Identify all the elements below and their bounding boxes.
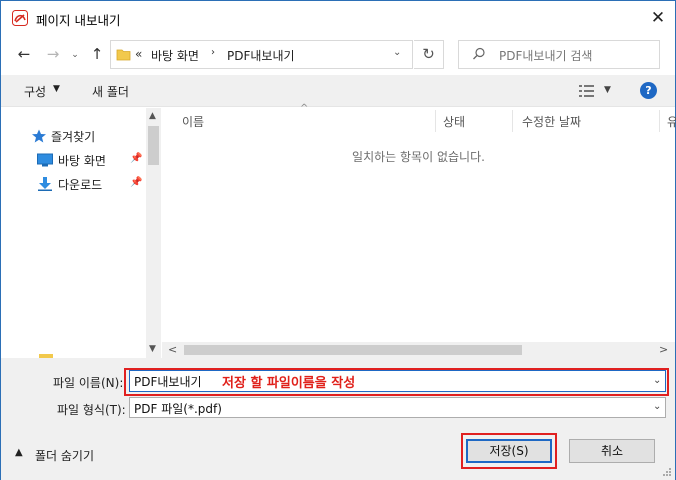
column-divider[interactable] <box>659 110 660 132</box>
hide-folders-label: 폴더 숨기기 <box>35 449 95 463</box>
view-options-icon[interactable] <box>579 84 595 98</box>
search-input[interactable]: PDF내보내기 검색 <box>458 40 660 69</box>
filetype-label: 파일 형식(T): <box>57 403 126 417</box>
breadcrumb-desktop[interactable]: 바탕 화면 <box>151 47 199 64</box>
filetype-chevron-down-icon[interactable]: ⌄ <box>653 401 661 412</box>
scroll-down-icon[interactable]: ▼ <box>149 344 156 354</box>
search-placeholder: PDF내보내기 검색 <box>499 49 593 63</box>
column-header-status[interactable]: 상태 <box>443 113 465 130</box>
scroll-left-icon[interactable]: < <box>168 343 177 356</box>
filetype-value: PDF 파일(*.pdf) <box>134 402 222 416</box>
folder-icon <box>116 49 131 61</box>
horizontal-scrollbar[interactable]: < > <box>162 342 675 358</box>
column-header-name[interactable]: 이름 <box>182 113 204 130</box>
scroll-thumb[interactable] <box>148 126 159 165</box>
pin-icon: 📌 <box>130 153 143 164</box>
empty-folder-message: 일치하는 항목이 없습니다. <box>352 150 485 164</box>
dialog-title: 페이지 내보내기 <box>36 13 121 28</box>
close-button[interactable]: ✕ <box>647 7 669 29</box>
filename-annotation-text: 저장 할 파일이름을 작성 <box>222 376 356 391</box>
breadcrumb-pdf-export[interactable]: PDF내보내기 <box>227 47 295 64</box>
title-bar: 페이지 내보내기 ✕ <box>1 1 675 35</box>
back-button[interactable]: ← <box>14 44 34 64</box>
column-header-modified[interactable]: 수정한 날짜 <box>522 113 581 130</box>
cancel-button[interactable]: 취소 <box>569 439 655 463</box>
up-button[interactable]: ↑ <box>87 44 107 64</box>
sort-ascending-icon: ^ <box>300 103 309 114</box>
nav-item-label: 즐겨찾기 <box>51 130 96 144</box>
nav-item-downloads[interactable]: 다운로드 📌 <box>1 174 146 194</box>
nav-item-label: 다운로드 <box>58 178 103 192</box>
address-bar[interactable]: « 바탕 화면 › PDF내보내기 ⌄ <box>110 40 413 69</box>
breadcrumb-overflow[interactable]: « <box>135 47 142 61</box>
chevron-up-icon: ▲ <box>15 447 23 458</box>
navigation-pane: 즐겨찾기 바탕 화면 📌 다운로드 📌 ▲ ▼ <box>1 108 162 358</box>
filetype-select[interactable]: PDF 파일(*.pdf) ⌄ <box>129 397 666 418</box>
column-divider[interactable] <box>435 110 436 132</box>
scroll-thumb[interactable] <box>184 345 522 355</box>
filename-label: 파일 이름(N): <box>53 376 124 390</box>
download-icon <box>38 177 52 191</box>
resize-grip-icon[interactable] <box>662 467 672 477</box>
nav-item-desktop[interactable]: 바탕 화면 📌 <box>1 150 146 170</box>
save-dialog: 페이지 내보내기 ✕ ← → ⌄ ↑ « 바탕 화면 › PDF내보내기 ⌄ ↻… <box>0 0 676 480</box>
forward-button[interactable]: → <box>43 44 63 64</box>
pin-icon: 📌 <box>130 177 143 188</box>
desktop-icon <box>37 153 53 167</box>
save-button[interactable]: 저장(S) <box>466 439 552 463</box>
filename-annotation-box <box>124 368 669 396</box>
scroll-right-icon[interactable]: > <box>659 343 668 356</box>
address-chevron-down-icon[interactable]: ⌄ <box>393 47 401 58</box>
file-list: ^ 이름 상태 수정한 날짜 유 일치하는 항목이 없습니다. < > <box>162 103 676 358</box>
nav-item-label: 바탕 화면 <box>58 154 106 168</box>
organize-button[interactable]: 구성 <box>24 83 46 100</box>
scroll-up-icon[interactable]: ▲ <box>149 111 156 121</box>
breadcrumb-chevron-icon[interactable]: › <box>211 47 215 58</box>
nav-item-favorites[interactable]: 즐겨찾기 <box>1 126 146 146</box>
star-icon <box>32 129 46 143</box>
search-icon <box>473 47 485 60</box>
help-button[interactable]: ? <box>640 82 657 99</box>
pdf-export-icon <box>12 10 28 26</box>
new-folder-button[interactable]: 새 폴더 <box>92 83 129 100</box>
refresh-button[interactable]: ↻ <box>414 40 444 69</box>
dialog-footer: 파일 이름(N): PDF내보내기 ⌄ 저장 할 파일이름을 작성 파일 형식(… <box>1 358 675 480</box>
column-header-type[interactable]: 유 <box>667 113 676 130</box>
view-caret-icon[interactable]: ▼ <box>604 85 611 95</box>
command-bar: 구성 ▼ 새 폴더 ▼ ? <box>1 75 675 107</box>
nav-pane-scrollbar[interactable]: ▲ ▼ <box>146 108 161 358</box>
recent-locations-chevron-icon[interactable]: ⌄ <box>65 45 85 65</box>
column-divider[interactable] <box>512 110 513 132</box>
organize-caret-icon[interactable]: ▼ <box>53 84 60 94</box>
